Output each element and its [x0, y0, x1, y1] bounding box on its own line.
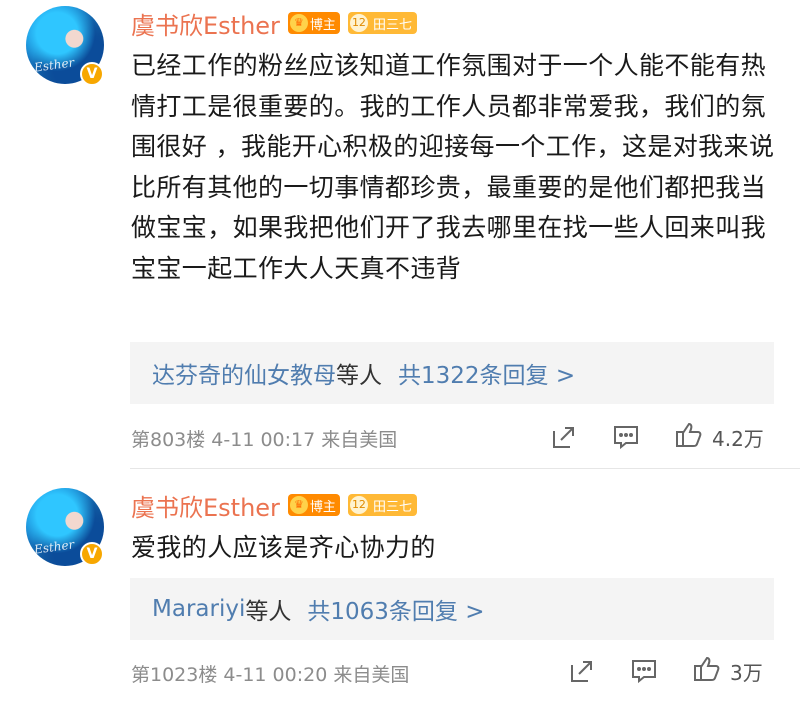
username[interactable]: 虞书欣Esther	[131, 488, 280, 523]
owner-badge: ♛ 博主	[287, 494, 340, 516]
comment-actions: 3万	[568, 654, 763, 688]
reply-etc: 等人	[336, 363, 382, 389]
like-button[interactable]: 3万	[692, 654, 763, 688]
comment-card: Esther V 虞书欣Esther ♛ 博主 12 田三七 已经工作的粉丝应该…	[0, 0, 800, 470]
fan-level-number: 12	[347, 494, 370, 516]
reply-names[interactable]: Marariyi	[152, 596, 245, 622]
verified-badge-icon: V	[80, 542, 104, 566]
comment-actions: 4.2万	[550, 420, 764, 454]
avatar-signature: Esther	[33, 55, 76, 75]
owner-badge-label: 博主	[309, 499, 336, 515]
comment-text: 已经工作的粉丝应该知道工作氛围对于一个人能不能有热情打工是很重要的。我的工作人员…	[131, 51, 775, 283]
fan-level-title: 田三七	[372, 17, 412, 33]
reply-summary[interactable]: Marariyi 等人 共1063条回复 >	[130, 578, 774, 640]
comment-card: Esther V 虞书欣Esther ♛ 博主 12 田三七 爱我的人应该是齐心…	[0, 470, 800, 718]
share-icon[interactable]	[568, 657, 596, 685]
fan-level-badge: 12 田三七	[347, 494, 417, 516]
reply-etc: 等人	[245, 599, 292, 625]
comment-header: 虞书欣Esther ♛ 博主 12 田三七	[131, 6, 417, 41]
reply-names[interactable]: 达芬奇的仙女教母	[152, 356, 336, 390]
verified-badge-icon: V	[80, 62, 104, 86]
username[interactable]: 虞书欣Esther	[131, 6, 280, 41]
thumbs-up-icon	[692, 654, 722, 688]
crown-icon: ♛	[289, 496, 308, 514]
like-button[interactable]: 4.2万	[674, 420, 764, 454]
fan-level-number: 12	[347, 12, 370, 34]
crown-icon: ♛	[289, 14, 308, 32]
reply-count-link[interactable]: 共1322条回复 >	[398, 356, 575, 390]
like-count: 4.2万	[712, 426, 764, 451]
comment-header: 虞书欣Esther ♛ 博主 12 田三七	[131, 488, 417, 523]
like-count: 3万	[730, 660, 763, 685]
comment-meta: 第803楼 4-11 00:17 来自美国	[131, 429, 398, 451]
comment-text: 爱我的人应该是齐心协力的	[131, 533, 436, 562]
reply-count-link[interactable]: 共1063条回复 >	[307, 592, 484, 626]
fan-level-title: 田三七	[372, 499, 412, 515]
thumbs-up-icon	[674, 420, 704, 454]
reply-summary[interactable]: 达芬奇的仙女教母 等人 共1322条回复 >	[130, 342, 774, 404]
owner-badge: ♛ 博主	[287, 12, 340, 34]
share-icon[interactable]	[550, 423, 578, 451]
comment-meta: 第1023楼 4-11 00:20 来自美国	[131, 664, 410, 686]
comment-icon[interactable]	[630, 657, 658, 685]
comment-icon[interactable]	[612, 423, 640, 451]
avatar-signature: Esther	[33, 537, 76, 557]
owner-badge-label: 博主	[309, 17, 336, 33]
fan-level-badge: 12 田三七	[347, 12, 417, 34]
divider	[130, 468, 800, 469]
